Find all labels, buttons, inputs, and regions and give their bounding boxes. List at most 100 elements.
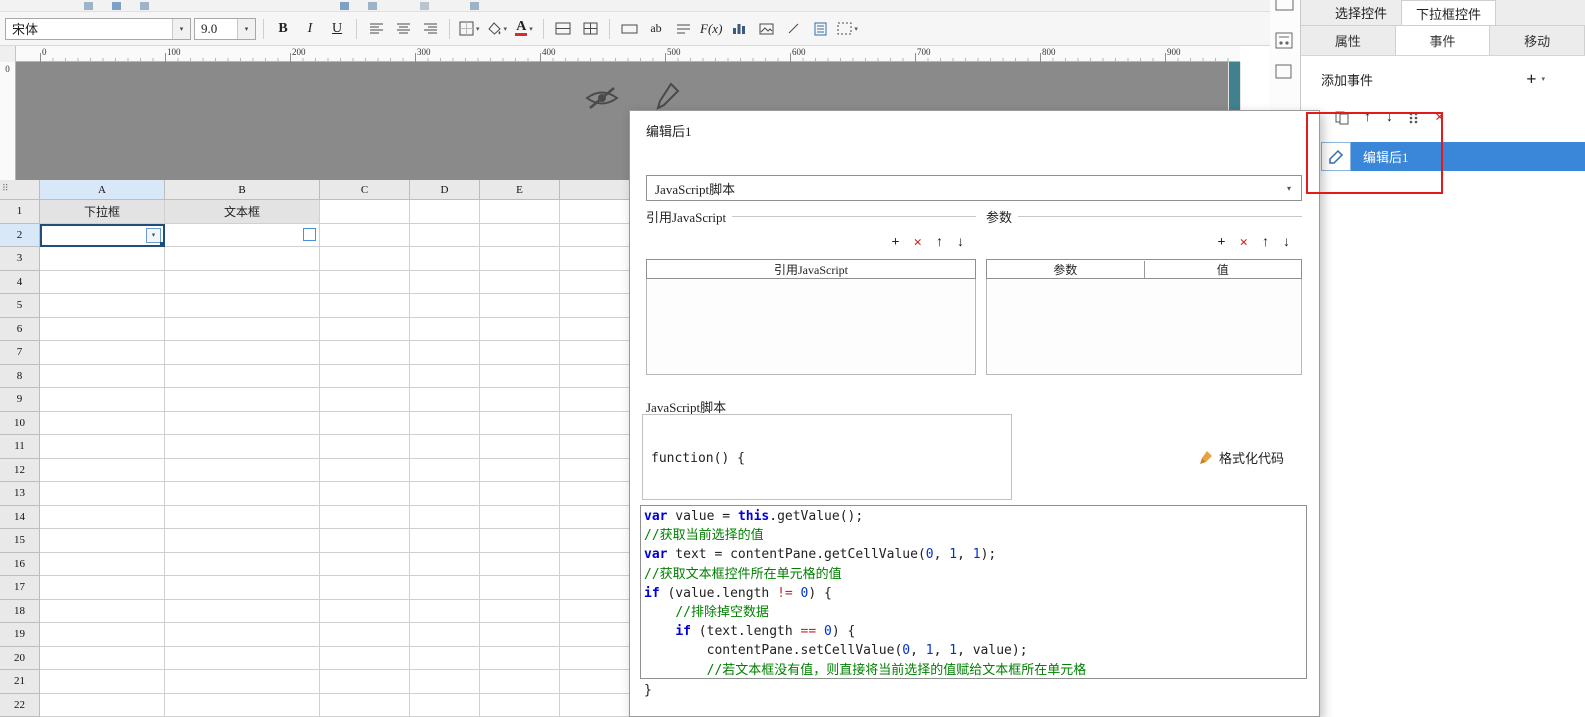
column-header[interactable] xyxy=(560,180,632,200)
cell-D17[interactable] xyxy=(410,576,480,600)
align-right-button[interactable] xyxy=(418,17,442,41)
row-header-16[interactable]: 16 xyxy=(0,553,40,577)
column-header-e[interactable]: E xyxy=(480,180,560,200)
cell-F16[interactable] xyxy=(560,553,632,577)
row-header-14[interactable]: 14 xyxy=(0,506,40,530)
cell-C19[interactable] xyxy=(320,623,410,647)
cell-D1[interactable] xyxy=(410,200,480,224)
sheet-corner[interactable]: ⠿ xyxy=(0,180,40,200)
pencil-element[interactable] xyxy=(654,80,682,112)
add-event-button[interactable]: + ▾ xyxy=(1526,70,1545,88)
cell-F21[interactable] xyxy=(560,670,632,694)
underline-button[interactable]: U xyxy=(325,17,349,41)
cell-C4[interactable] xyxy=(320,271,410,295)
cell-D20[interactable] xyxy=(410,647,480,671)
merge-cells-button[interactable] xyxy=(551,17,575,41)
tab-select-widget[interactable]: 选择控件 xyxy=(1321,0,1401,25)
cell-E6[interactable] xyxy=(480,318,560,342)
cell-B6[interactable] xyxy=(165,318,320,342)
cell-E4[interactable] xyxy=(480,271,560,295)
border-button[interactable]: ▾ xyxy=(457,17,482,41)
cell-E13[interactable] xyxy=(480,482,560,506)
cell-C3[interactable] xyxy=(320,247,410,271)
cell-B21[interactable] xyxy=(165,670,320,694)
cell-E15[interactable] xyxy=(480,529,560,553)
cell-C7[interactable] xyxy=(320,341,410,365)
cell-F11[interactable] xyxy=(560,435,632,459)
cell-E3[interactable] xyxy=(480,247,560,271)
format-code-button[interactable]: 格式化代码 xyxy=(1198,448,1284,467)
tab-dropdown-widget[interactable]: 下拉框控件 xyxy=(1401,0,1496,25)
event-list-item[interactable]: 编辑后1 xyxy=(1321,142,1585,171)
cell-B16[interactable] xyxy=(165,553,320,577)
cell-A15[interactable] xyxy=(40,529,165,553)
align-center-button[interactable] xyxy=(391,17,415,41)
cell-A3[interactable] xyxy=(40,247,165,271)
cell-F20[interactable] xyxy=(560,647,632,671)
cell-C6[interactable] xyxy=(320,318,410,342)
cell-D3[interactable] xyxy=(410,247,480,271)
cell-F2[interactable] xyxy=(560,224,632,248)
cell-F19[interactable] xyxy=(560,623,632,647)
cell-A16[interactable] xyxy=(40,553,165,577)
cell-D6[interactable] xyxy=(410,318,480,342)
cell-C16[interactable] xyxy=(320,553,410,577)
cell-F15[interactable] xyxy=(560,529,632,553)
dropdown-widget[interactable]: ▾ xyxy=(146,228,161,243)
row-header-8[interactable]: 8 xyxy=(0,365,40,389)
cell-D14[interactable] xyxy=(410,506,480,530)
cell-E21[interactable] xyxy=(480,670,560,694)
copy-event-button[interactable] xyxy=(1335,111,1349,125)
cell-D12[interactable] xyxy=(410,459,480,483)
cell-D11[interactable] xyxy=(410,435,480,459)
tab-mobile[interactable]: 移动 xyxy=(1490,26,1585,55)
cell-C2[interactable] xyxy=(320,224,410,248)
cell-C17[interactable] xyxy=(320,576,410,600)
tab-events[interactable]: 事件 xyxy=(1396,26,1491,55)
ref-table-body[interactable] xyxy=(646,279,976,375)
hidden-eye-element[interactable] xyxy=(584,84,620,111)
cell-F1[interactable] xyxy=(560,200,632,224)
show-grid-button[interactable] xyxy=(578,17,602,41)
cell-D22[interactable] xyxy=(410,694,480,717)
cell-C11[interactable] xyxy=(320,435,410,459)
cell-C22[interactable] xyxy=(320,694,410,717)
cell-D10[interactable] xyxy=(410,412,480,436)
font-size-select[interactable]: 9.0 ▾ xyxy=(194,18,256,40)
row-header-4[interactable]: 4 xyxy=(0,271,40,295)
cell-A19[interactable] xyxy=(40,623,165,647)
cell-A5[interactable] xyxy=(40,294,165,318)
cell-B18[interactable] xyxy=(165,600,320,624)
cell-A7[interactable] xyxy=(40,341,165,365)
column-header-d[interactable]: D xyxy=(410,180,480,200)
cell-D13[interactable] xyxy=(410,482,480,506)
param-move-down-button[interactable]: ↓ xyxy=(1283,235,1290,251)
cell-B12[interactable] xyxy=(165,459,320,483)
cell-E17[interactable] xyxy=(480,576,560,600)
ref-move-up-button[interactable]: ↑ xyxy=(936,235,943,251)
cell-C10[interactable] xyxy=(320,412,410,436)
cell-F10[interactable] xyxy=(560,412,632,436)
cell-F3[interactable] xyxy=(560,247,632,271)
cell-F8[interactable] xyxy=(560,365,632,389)
cell-F9[interactable] xyxy=(560,388,632,412)
cell-E18[interactable] xyxy=(480,600,560,624)
cell-B17[interactable] xyxy=(165,576,320,600)
cell-E2[interactable] xyxy=(480,224,560,248)
cell-F14[interactable] xyxy=(560,506,632,530)
cell-C13[interactable] xyxy=(320,482,410,506)
row-header-11[interactable]: 11 xyxy=(0,435,40,459)
selection-frame-button[interactable]: ▾ xyxy=(835,17,860,41)
font-family-select[interactable]: 宋体 ▾ xyxy=(5,18,191,40)
cell-A1[interactable]: 下拉框 xyxy=(40,200,165,224)
cell-B22[interactable] xyxy=(165,694,320,717)
param-move-up-button[interactable]: ↑ xyxy=(1262,235,1269,251)
cell-A14[interactable] xyxy=(40,506,165,530)
chart-button[interactable] xyxy=(727,17,751,41)
row-header-12[interactable]: 12 xyxy=(0,459,40,483)
chevron-down-icon[interactable]: ▾ xyxy=(237,19,255,39)
row-header-6[interactable]: 6 xyxy=(0,318,40,342)
cell-D8[interactable] xyxy=(410,365,480,389)
cell-B19[interactable] xyxy=(165,623,320,647)
widget-settings-button[interactable] xyxy=(1275,32,1294,50)
